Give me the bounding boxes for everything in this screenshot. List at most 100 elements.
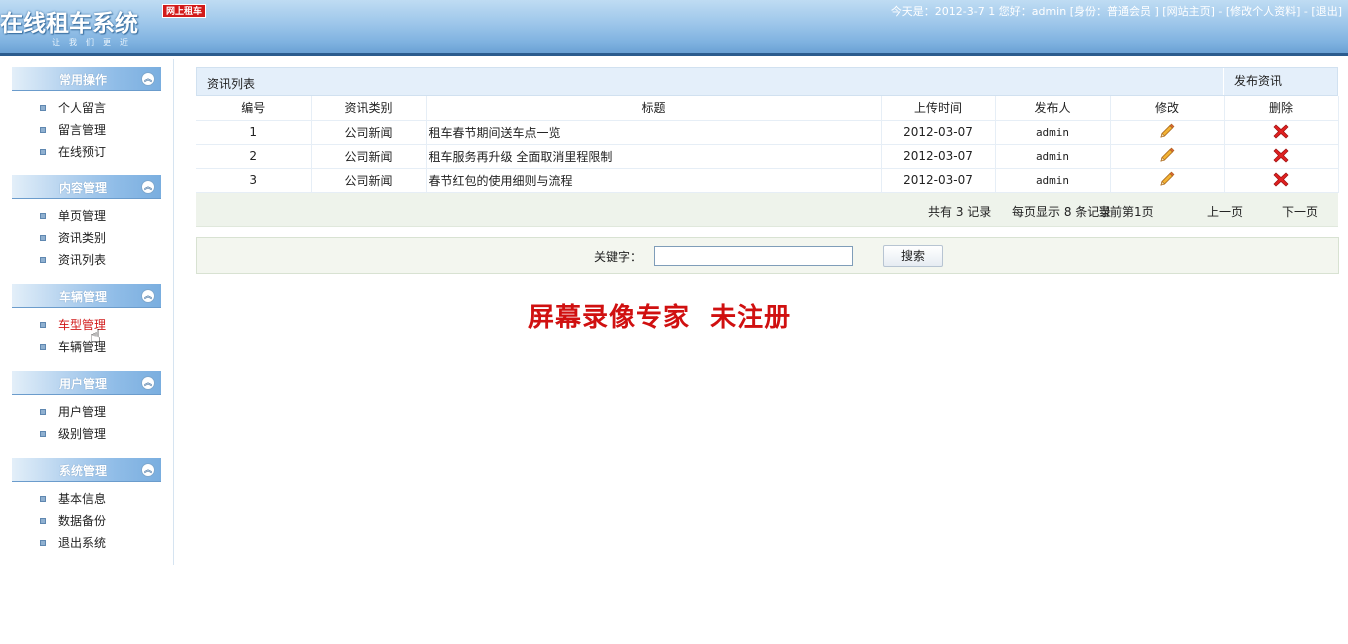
pencil-edit-icon[interactable] <box>1159 123 1175 142</box>
sidebar-item-level-manage[interactable]: 级别管理 <box>12 423 161 445</box>
table-header-row: 编号 资讯类别 标题 上传时间 发布人 修改 删除 <box>196 96 1339 121</box>
total-records: 共有 3 记录 <box>928 204 992 219</box>
sidebar-group-title: 车辆管理 <box>59 290 108 304</box>
pagination-bar: 共有 3 记录 每页显示 8 条记录 当前第1页 上一页 下一页 <box>196 192 1338 227</box>
sidebar-item-user-manage[interactable]: 用户管理 <box>12 401 161 423</box>
sidebar-group-title: 内容管理 <box>59 181 108 195</box>
app-logo-badge: 网上租车 <box>162 4 207 18</box>
bullet-icon <box>40 257 46 263</box>
bullet-icon <box>40 496 46 502</box>
search-button[interactable]: 搜索 <box>883 245 943 267</box>
sidebar-group-title: 系统管理 <box>59 464 108 478</box>
sidebar-item-news-category[interactable]: 资讯类别 <box>12 227 161 249</box>
sidebar-group-header[interactable]: 常用操作 ︽ <box>12 67 161 91</box>
sidebar-item-vehicle-manage[interactable]: 车辆管理 <box>12 336 161 358</box>
pencil-edit-icon[interactable] <box>1159 147 1175 166</box>
sidebar-group-common: 常用操作 ︽ 个人留言 留言管理 在线预订 <box>12 67 161 163</box>
sidebar-item-label: 级别管理 <box>58 427 107 441</box>
cell-category: 公司新闻 <box>311 120 427 145</box>
delete-x-icon[interactable] <box>1273 171 1289 190</box>
sidebar-item-page-manage[interactable]: 单页管理 <box>12 205 161 227</box>
sidebar-item-basic-info[interactable]: 基本信息 <box>12 488 161 510</box>
cell-title[interactable]: 租车春节期间送车点一览 <box>426 120 882 145</box>
sidebar-item-personal-message[interactable]: 个人留言 <box>12 97 161 119</box>
sidebar-item-news-list[interactable]: 资讯列表 <box>12 249 161 271</box>
current-page: 当前第1页 <box>1098 204 1154 219</box>
bullet-icon <box>40 540 46 546</box>
sidebar-item-label: 在线预订 <box>58 145 107 159</box>
bullet-icon <box>40 431 46 437</box>
sidebar-group-user: 用户管理 ︽ 用户管理 级别管理 <box>12 371 161 445</box>
sidebar-item-label: 资讯类别 <box>58 231 107 245</box>
cell-id: 2 <box>196 144 312 169</box>
mouse-pointer-hand-icon: ☝ <box>90 326 101 347</box>
site-home-link[interactable]: [网站主页] <box>1162 5 1215 18</box>
sidebar-item-label: 退出系统 <box>58 536 107 550</box>
sidebar-item-label: 单页管理 <box>58 209 107 223</box>
sidebar-item-car-model[interactable]: 车型管理 <box>12 314 161 336</box>
cell-upload-time: 2012-03-07 <box>881 144 996 169</box>
sidebar-item-label: 基本信息 <box>58 492 107 506</box>
cell-publisher: admin <box>995 120 1111 145</box>
delete-x-icon[interactable] <box>1273 147 1289 166</box>
bullet-icon <box>40 409 46 415</box>
collapse-icon[interactable]: ︽ <box>141 463 155 477</box>
sidebar-item-data-backup[interactable]: 数据备份 <box>12 510 161 532</box>
cell-publisher: admin <box>995 168 1111 193</box>
search-bar: 关键字： 搜索 <box>196 237 1339 274</box>
cell-upload-time: 2012-03-07 <box>881 120 996 145</box>
news-table: 编号 资讯类别 标题 上传时间 发布人 修改 删除 1 公司新闻 租车春节期间送… <box>196 96 1339 193</box>
app-header: 在线租车系统 网上租车 让我们更近 今天是：2012-3-7 1 您好：admi… <box>0 0 1348 56</box>
recorder-watermark: 屏幕录像专家 未注册 <box>528 303 792 333</box>
list-title: 资讯列表 <box>207 77 256 91</box>
bullet-icon <box>40 213 46 219</box>
column-header: 修改 <box>1110 96 1225 121</box>
collapse-icon[interactable]: ︽ <box>141 180 155 194</box>
sidebar-group-content: 内容管理 ︽ 单页管理 资讯类别 资讯列表 <box>12 175 161 271</box>
next-page-link[interactable]: 下一页 <box>1282 203 1318 220</box>
cell-publisher: admin <box>995 144 1111 169</box>
cell-id: 3 <box>196 168 312 193</box>
column-header: 上传时间 <box>881 96 996 121</box>
edit-profile-link[interactable]: [修改个人资料] <box>1226 5 1301 18</box>
sidebar-group-header[interactable]: 车辆管理 ︽ <box>12 284 161 308</box>
table-row: 1 公司新闻 租车春节期间送车点一览 2012-03-07 admin <box>196 120 1339 145</box>
sidebar-item-online-booking[interactable]: 在线预订 <box>12 141 161 163</box>
news-list-panel: 资讯列表 发布资讯 编号 资讯类别 标题 上传时间 发布人 修改 删除 1 公司… <box>196 67 1339 227</box>
table-row: 2 公司新闻 租车服务再升级 全面取消里程限制 2012-03-07 admin <box>196 144 1339 169</box>
sidebar-item-label: 个人留言 <box>58 101 107 115</box>
sidebar-item-label: 用户管理 <box>58 405 107 419</box>
publish-news-button[interactable]: 发布资讯 <box>1223 68 1337 95</box>
header-user-info: 今天是：2012-3-7 1 您好：admin [身份：普通会员 ] [网站主页… <box>891 3 1342 19</box>
user-greeting: 您好：admin [身份：普通会员 ] <box>998 5 1163 18</box>
cell-id: 1 <box>196 120 312 145</box>
cell-edit <box>1110 168 1225 193</box>
sidebar-group-header[interactable]: 内容管理 ︽ <box>12 175 161 199</box>
prev-page-link[interactable]: 上一页 <box>1207 203 1243 220</box>
sidebar-item-message-manage[interactable]: 留言管理 <box>12 119 161 141</box>
sidebar-group-vehicle: 车辆管理 ︽ 车型管理 车辆管理 <box>12 284 161 358</box>
sidebar-item-exit-system[interactable]: 退出系统 <box>12 532 161 554</box>
list-header: 资讯列表 发布资讯 <box>196 67 1338 96</box>
separator: - <box>1300 5 1312 18</box>
column-header: 编号 <box>196 96 312 121</box>
cell-title[interactable]: 春节红包的使用细则与流程 <box>426 168 882 193</box>
keyword-input[interactable] <box>654 246 853 266</box>
pencil-edit-icon[interactable] <box>1159 171 1175 190</box>
bullet-icon <box>40 235 46 241</box>
delete-x-icon[interactable] <box>1273 123 1289 142</box>
collapse-icon[interactable]: ︽ <box>141 289 155 303</box>
sidebar-group-header[interactable]: 用户管理 ︽ <box>12 371 161 395</box>
sidebar-item-label: 数据备份 <box>58 514 107 528</box>
logout-link[interactable]: [退出] <box>1311 5 1342 18</box>
cell-upload-time: 2012-03-07 <box>881 168 996 193</box>
bullet-icon <box>40 149 46 155</box>
keyword-label: 关键字： <box>594 250 643 264</box>
collapse-icon[interactable]: ︽ <box>141 376 155 390</box>
sidebar-group-header[interactable]: 系统管理 ︽ <box>12 458 161 482</box>
cell-edit <box>1110 120 1225 145</box>
table-row: 3 公司新闻 春节红包的使用细则与流程 2012-03-07 admin <box>196 168 1339 193</box>
per-page-info: 每页显示 8 条记录 <box>1012 204 1112 219</box>
collapse-icon[interactable]: ︽ <box>141 72 155 86</box>
cell-title[interactable]: 租车服务再升级 全面取消里程限制 <box>426 144 882 169</box>
